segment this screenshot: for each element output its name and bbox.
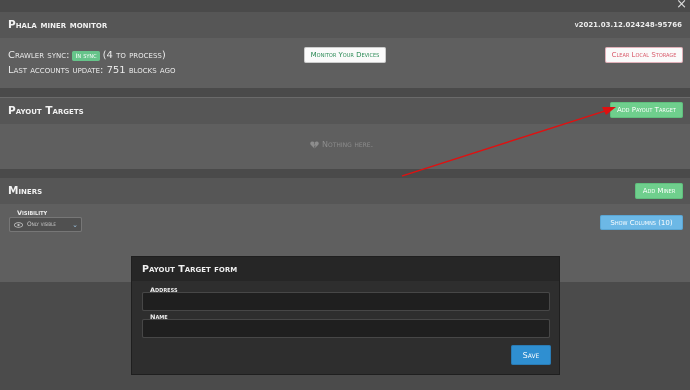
show-columns-button[interactable]: Show Columns (10) xyxy=(600,215,683,230)
payout-targets-title: Payout Targets xyxy=(8,105,84,117)
modal-title: Payout Target form xyxy=(132,257,559,281)
top-bar xyxy=(0,0,690,12)
add-payout-target-button[interactable]: Add Payout Target xyxy=(610,102,683,118)
miners-title: Miners xyxy=(8,185,43,197)
app-title: Phala miner monitor xyxy=(8,19,108,31)
visibility-value: Only visible xyxy=(27,221,56,228)
monitor-panel: Crawler sync: In sync (4 to process) Las… xyxy=(0,38,690,88)
payout-targets-panel: Nothing here. xyxy=(0,124,690,169)
visibility-select[interactable]: Only visible ⌄ xyxy=(9,217,82,232)
version-label: v2021.03.12.024248-95766 xyxy=(574,21,682,29)
empty-state-text: Nothing here. xyxy=(322,140,374,149)
visibility-label: Visibility xyxy=(17,209,48,217)
payout-targets-header: Payout Targets xyxy=(0,98,690,124)
monitor-header: Phala miner monitor v2021.03.12.024248-9… xyxy=(0,12,690,38)
payout-target-modal: Payout Target form Address Name Save xyxy=(131,256,560,375)
crawler-sync-line: Crawler sync: In sync (4 to process) xyxy=(8,50,166,61)
sync-label: Crawler sync: xyxy=(8,50,70,61)
add-miner-button[interactable]: Add Miner xyxy=(635,183,683,199)
eye-icon xyxy=(14,221,23,228)
sync-detail: (4 to process) xyxy=(102,50,166,61)
miners-header: Miners xyxy=(0,178,690,204)
section-divider xyxy=(0,169,690,178)
monitor-devices-button[interactable]: Monitor Your Devices xyxy=(304,47,386,63)
empty-state: Nothing here. xyxy=(310,140,373,149)
broken-heart-icon xyxy=(310,140,319,149)
save-button[interactable]: Save xyxy=(511,345,551,365)
accounts-update-text: Last accounts update: 751 blocks ago xyxy=(8,65,176,76)
clear-local-storage-button[interactable]: Clear Local Storage xyxy=(605,47,683,63)
section-divider xyxy=(0,88,690,97)
close-icon[interactable]: × xyxy=(676,0,687,12)
address-input[interactable] xyxy=(142,292,550,311)
name-input[interactable] xyxy=(142,319,550,338)
chevron-down-icon: ⌄ xyxy=(72,220,78,229)
sync-status-badge: In sync xyxy=(72,50,100,61)
